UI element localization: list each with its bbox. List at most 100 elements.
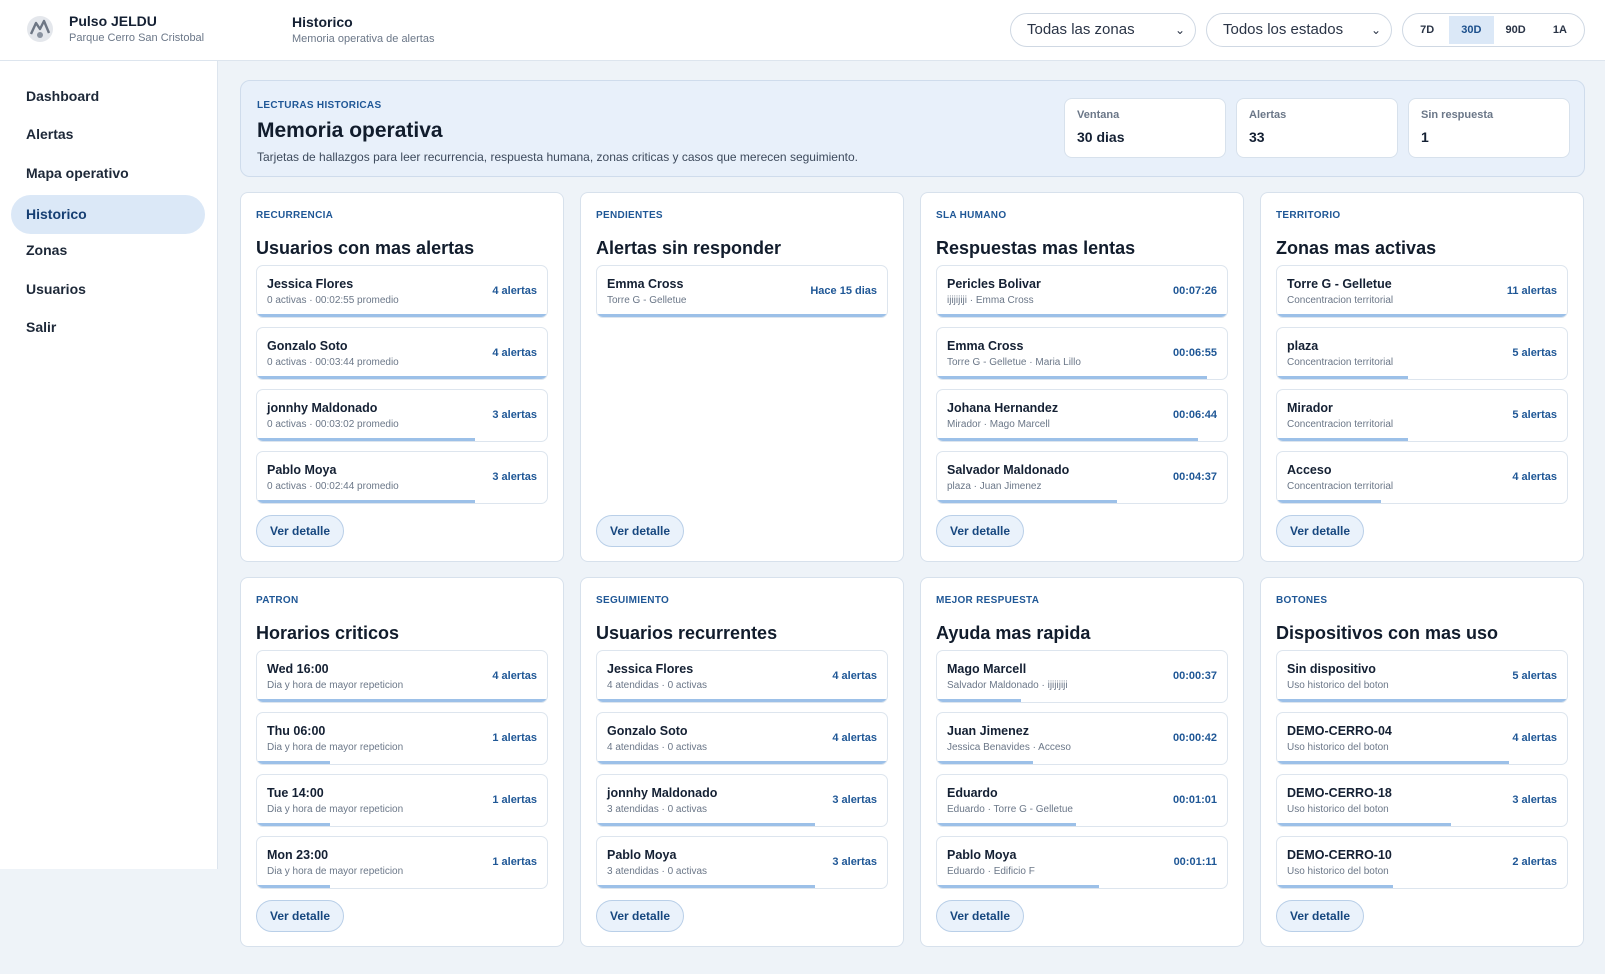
list-item[interactable]: DEMO-CERRO-04 Uso historico del boton 4 al… xyxy=(1276,712,1568,765)
list-item[interactable]: Eduardo Eduardo · Torre G - Gelletue 00:01… xyxy=(936,774,1228,827)
card-alertas-sin-responder: PENDIENTES Alertas sin responder Emma Cros… xyxy=(580,192,904,562)
nav-alertas[interactable]: Alertas xyxy=(11,115,205,154)
item-level-bar xyxy=(1277,699,1567,702)
list-item[interactable]: Wed 16:00 Dia y hora de mayor repeticion 4… xyxy=(256,650,548,703)
list-item[interactable]: Emma Cross Torre G - Gelletue · Maria Lil… xyxy=(936,327,1228,380)
list-item[interactable]: Pablo Moya Eduardo · Edificio F 00:01:11 xyxy=(936,836,1228,889)
ver-detalle-button[interactable]: Ver detalle xyxy=(936,900,1025,932)
item-name: Pablo Moya xyxy=(947,848,1017,862)
list-item[interactable]: plaza Concentracion territorial 5 alertas xyxy=(1276,327,1568,380)
item-name: Juan Jimenez xyxy=(947,724,1029,738)
item-meta: 0 activas · 00:02:55 promedio xyxy=(267,295,399,306)
item-name: Sin dispositivo xyxy=(1287,662,1376,676)
item-meta: 4 atendidas · 0 activas xyxy=(607,742,708,753)
card-eyebrow: MEJOR RESPUESTA xyxy=(936,595,1040,606)
range-1a[interactable]: 1A xyxy=(1538,16,1582,44)
ver-detalle-button[interactable]: Ver detalle xyxy=(256,900,345,932)
chevron-down-icon: ⌄ xyxy=(1370,23,1381,37)
item-level-bar xyxy=(257,500,475,503)
item-value: 4 alertas xyxy=(832,670,877,682)
item-level-bar xyxy=(597,761,887,764)
item-value: 5 alertas xyxy=(1512,670,1557,682)
nav-zonas[interactable]: Zonas xyxy=(11,231,205,270)
item-level-bar xyxy=(597,885,815,888)
list-item[interactable]: Thu 06:00 Dia y hora de mayor repeticion 1… xyxy=(256,712,548,765)
list-item[interactable]: DEMO-CERRO-18 Uso historico del boton 3 al… xyxy=(1276,774,1568,827)
item-name: Salvador Maldonado xyxy=(947,463,1070,477)
list-item[interactable]: Juan Jimenez Jessica Benavides · Acceso 00… xyxy=(936,712,1228,765)
item-level-bar xyxy=(937,823,1077,826)
stat-sin-respuesta: Sin respuesta 1 xyxy=(1408,98,1570,158)
list-item[interactable]: Torre G - Gelletue Concentracion territor… xyxy=(1276,265,1568,318)
list-item[interactable]: Emma Cross Torre G - Gelletue Hace 15 dias xyxy=(596,265,888,318)
brand[interactable]: Pulso JELDU Parque Cerro San Cristobal xyxy=(25,12,204,46)
nav-dashboard[interactable]: Dashboard xyxy=(11,77,205,116)
list-item[interactable]: Jessica Flores 4 atendidas · 0 activas 4 a… xyxy=(596,650,888,703)
list-item[interactable]: Pablo Moya 3 atendidas · 0 activas 3 alert… xyxy=(596,836,888,889)
card-respuestas-mas-lentas: SLA HUMANO Respuestas mas lentas Pericles … xyxy=(920,192,1244,562)
ver-detalle-button[interactable]: Ver detalle xyxy=(596,515,685,547)
card-title: Dispositivos con mas uso xyxy=(1276,623,1499,643)
list-item[interactable]: DEMO-CERRO-10 Uso historico del boton 2 al… xyxy=(1276,836,1568,889)
nav-historico[interactable]: Historico xyxy=(11,195,205,234)
range-7d[interactable]: 7D xyxy=(1405,16,1449,44)
card-ayuda-mas-rapida: MEJOR RESPUESTA Ayuda mas rapida Mago Marc… xyxy=(920,577,1244,947)
ver-detalle-button[interactable]: Ver detalle xyxy=(936,515,1025,547)
nav-salir[interactable]: Salir xyxy=(11,308,205,347)
nav-usuarios[interactable]: Usuarios xyxy=(11,270,205,309)
list-item[interactable]: Gonzalo Soto 4 atendidas · 0 activas 4 ale… xyxy=(596,712,888,765)
item-meta: ijijijiji · Emma Cross xyxy=(947,295,1034,306)
list-item[interactable]: Mirador Concentracion territorial 5 alerta… xyxy=(1276,389,1568,442)
stat-value: 33 xyxy=(1249,129,1265,145)
item-meta: Concentracion territorial xyxy=(1287,357,1394,368)
list-item[interactable]: Pericles Bolivar ijijijiji · Emma Cross 00… xyxy=(936,265,1228,318)
list-item[interactable]: Mago Marcell Salvador Maldonado · ijijiji… xyxy=(936,650,1228,703)
item-meta: Eduardo · Edificio F xyxy=(947,866,1035,877)
nav-mapa-operativo[interactable]: Mapa operativo xyxy=(11,154,205,193)
list-item[interactable]: Jessica Flores 0 activas · 00:02:55 prome… xyxy=(256,265,548,318)
item-level-bar xyxy=(597,699,887,702)
item-level-bar xyxy=(257,761,330,764)
list-item[interactable]: Salvador Maldonado plaza · Juan Jimenez 00… xyxy=(936,451,1228,504)
list-item[interactable]: jonnhy Maldonado 0 activas · 00:03:02 pro… xyxy=(256,389,548,442)
ver-detalle-button[interactable]: Ver detalle xyxy=(256,515,345,547)
ver-detalle-button[interactable]: Ver detalle xyxy=(1276,900,1365,932)
list-item[interactable]: Johana Hernandez Mirador · Mago Marcell 00… xyxy=(936,389,1228,442)
item-value: 3 alertas xyxy=(832,856,877,868)
stat-label: Sin respuesta xyxy=(1421,109,1494,121)
list-item[interactable]: Sin dispositivo Uso historico del boton 5 … xyxy=(1276,650,1568,703)
item-level-bar xyxy=(597,314,887,317)
item-value: 4 alertas xyxy=(1512,732,1557,744)
card-dispositivos-con-mas-uso: BOTONES Dispositivos con mas uso Sin dispo… xyxy=(1260,577,1584,947)
list-item[interactable]: Pablo Moya 0 activas · 00:02:44 promedio 3… xyxy=(256,451,548,504)
item-value: 11 alertas xyxy=(1506,285,1557,297)
item-name: Gonzalo Soto xyxy=(607,724,688,738)
item-meta: Eduardo · Torre G - Gelletue xyxy=(947,804,1073,815)
item-level-bar xyxy=(937,438,1198,441)
hero-panel: LECTURAS HISTORICAS Memoria operativa Ta… xyxy=(240,80,1585,177)
card-usuarios-con-mas-alertas: RECURRENCIA Usuarios con mas alertas Jessi… xyxy=(240,192,564,562)
list-item[interactable]: Acceso Concentracion territorial 4 alertas xyxy=(1276,451,1568,504)
list-item[interactable]: Mon 23:00 Dia y hora de mayor repeticion 1… xyxy=(256,836,548,889)
list-item[interactable]: Tue 14:00 Dia y hora de mayor repeticion 1… xyxy=(256,774,548,827)
list-item[interactable]: Gonzalo Soto 0 activas · 00:03:44 promedi… xyxy=(256,327,548,380)
item-level-bar xyxy=(1277,761,1509,764)
zone-select[interactable]: Todas las zonas ⌄ xyxy=(1010,13,1196,47)
list-item[interactable]: jonnhy Maldonado 3 atendidas · 0 activas 3… xyxy=(596,774,888,827)
stat-ventana: Ventana 30 dias xyxy=(1064,98,1226,158)
range-90d[interactable]: 90D xyxy=(1494,16,1538,44)
item-level-bar xyxy=(1277,885,1393,888)
card-usuarios-recurrentes: SEGUIMIENTO Usuarios recurrentes Jessica F… xyxy=(580,577,904,947)
item-name: Johana Hernandez xyxy=(947,401,1059,415)
ver-detalle-button[interactable]: Ver detalle xyxy=(596,900,685,932)
range-30d[interactable]: 30D xyxy=(1449,16,1494,44)
item-value: 4 alertas xyxy=(832,732,877,744)
item-meta: 3 atendidas · 0 activas xyxy=(607,866,708,877)
item-meta: Dia y hora de mayor repeticion xyxy=(267,742,404,753)
range-toggle: 7D 30D 90D 1A xyxy=(1402,13,1585,47)
card-zonas-mas-activas: TERRITORIO Zonas mas activas Torre G - Gel… xyxy=(1260,192,1584,562)
card-title: Respuestas mas lentas xyxy=(936,238,1136,258)
item-name: Gonzalo Soto xyxy=(267,339,348,353)
status-select[interactable]: Todos los estados ⌄ xyxy=(1206,13,1392,47)
ver-detalle-button[interactable]: Ver detalle xyxy=(1276,515,1365,547)
